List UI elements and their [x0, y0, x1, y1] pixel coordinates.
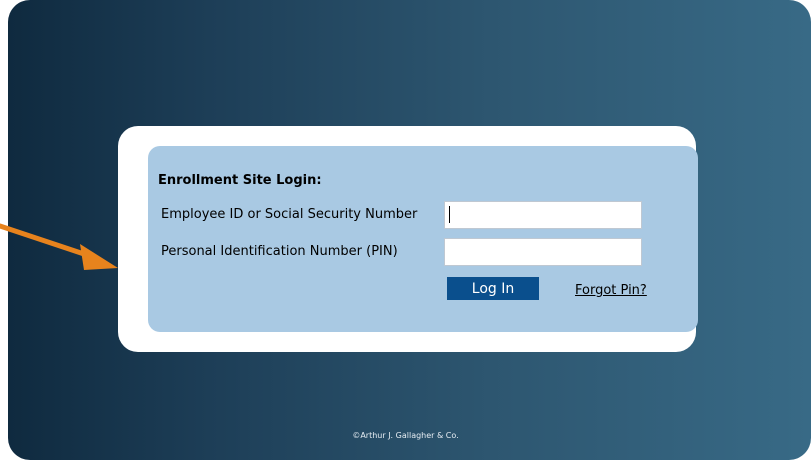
form-title: Enrollment Site Login:	[158, 173, 322, 188]
login-card: Enrollment Site Login: Employee ID or So…	[118, 126, 698, 352]
pin-input[interactable]	[444, 238, 642, 266]
login-form: Enrollment Site Login: Employee ID or So…	[148, 146, 698, 332]
forgot-pin-link[interactable]: Forgot Pin?	[575, 283, 647, 298]
orange-arrow-icon	[0, 223, 118, 270]
copyright-footer: ©Arthur J. Gallagher & Co.	[352, 431, 459, 440]
text-cursor	[449, 206, 450, 223]
pin-label: Personal Identification Number (PIN)	[161, 244, 398, 259]
login-button[interactable]: Log In	[447, 277, 539, 300]
employee-id-input[interactable]	[444, 201, 642, 229]
employee-id-label: Employee ID or Social Security Number	[161, 207, 418, 222]
login-page: Enrollment Site Login: Employee ID or So…	[0, 0, 811, 460]
